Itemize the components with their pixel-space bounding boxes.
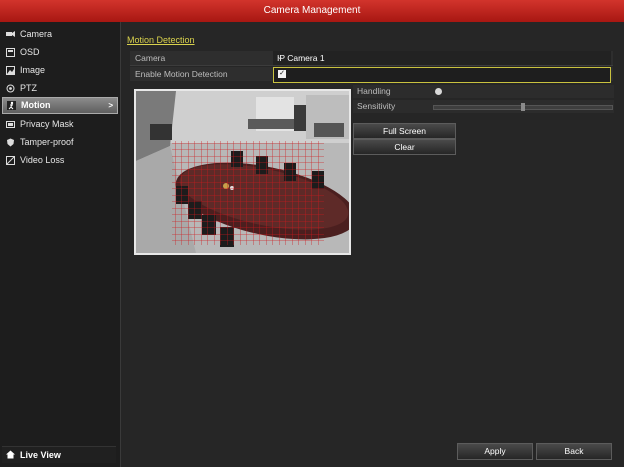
camera-management-window: Camera Management Camera OSD Image PTZ M…	[0, 0, 624, 467]
sidebar: Camera OSD Image PTZ Motion > Privacy Ma…	[0, 22, 121, 467]
chevron-right-icon: >	[108, 101, 113, 110]
home-icon	[6, 450, 15, 459]
sidebar-item-label: Camera	[20, 29, 53, 39]
window-title: Camera Management	[0, 0, 624, 22]
apply-button[interactable]: Apply	[457, 443, 533, 460]
sensitivity-row: Sensitivity	[353, 100, 614, 113]
back-button[interactable]: Back	[536, 443, 612, 460]
enable-motion-label: Enable Motion Detection	[135, 69, 228, 79]
sensitivity-label: Sensitivity	[357, 101, 396, 111]
section-title: Motion Detection	[127, 35, 195, 45]
sidebar-item-label: Privacy Mask	[20, 119, 74, 129]
sidebar-item-label: OSD	[20, 47, 40, 57]
sensitivity-slider[interactable]	[433, 103, 613, 111]
clear-button[interactable]: Clear	[353, 139, 456, 155]
camera-row: Camera IP Camera 1 ⌄	[130, 51, 613, 66]
main-panel: Motion Detection Camera IP Camera 1 ⌄ En…	[121, 22, 624, 467]
sidebar-item-camera[interactable]: Camera	[2, 26, 116, 43]
full-screen-button[interactable]: Full Screen	[353, 123, 456, 139]
sidebar-item-privacy-mask[interactable]: Privacy Mask	[2, 116, 116, 133]
enable-motion-checkbox[interactable]: ✓	[278, 70, 286, 78]
sidebar-item-motion[interactable]: Motion >	[2, 97, 118, 114]
image-icon	[6, 66, 15, 75]
sidebar-item-label: Video Loss	[20, 155, 65, 165]
sidebar-item-osd[interactable]: OSD	[2, 44, 116, 61]
live-view-label: Live View	[20, 450, 61, 460]
motion-icon	[7, 101, 16, 110]
privacy-mask-icon	[6, 121, 15, 128]
enable-motion-row: Enable Motion Detection ✓	[130, 67, 613, 83]
camera-icon	[6, 31, 15, 37]
sidebar-item-label: Tamper-proof	[20, 137, 74, 147]
sidebar-item-label: Motion	[21, 100, 51, 110]
live-view-button[interactable]: Live View	[2, 446, 116, 463]
osd-icon	[6, 48, 15, 57]
camera-select[interactable]: IP Camera 1 ⌄	[273, 51, 611, 65]
settings-gear-icon[interactable]	[435, 88, 442, 95]
sidebar-item-image[interactable]: Image	[2, 62, 116, 79]
handling-label: Handling	[357, 86, 391, 96]
sidebar-item-video-loss[interactable]: Video Loss	[2, 152, 116, 169]
ptz-icon	[6, 84, 15, 93]
sidebar-item-label: Image	[20, 65, 46, 75]
enable-motion-field: ✓	[273, 67, 611, 83]
camera-preview[interactable]	[134, 89, 351, 255]
video-loss-icon	[6, 156, 15, 165]
camera-preview-image	[136, 91, 349, 253]
chevron-down-icon: ⌄	[277, 54, 283, 61]
tamper-proof-icon	[7, 138, 14, 147]
sidebar-item-label: PTZ	[20, 83, 37, 93]
sidebar-item-tamper-proof[interactable]: Tamper-proof	[2, 134, 116, 151]
sidebar-item-ptz[interactable]: PTZ	[2, 80, 116, 97]
camera-label: Camera	[135, 53, 166, 63]
sensitivity-slider-handle[interactable]	[521, 103, 525, 111]
handling-row: Handling	[353, 85, 614, 98]
